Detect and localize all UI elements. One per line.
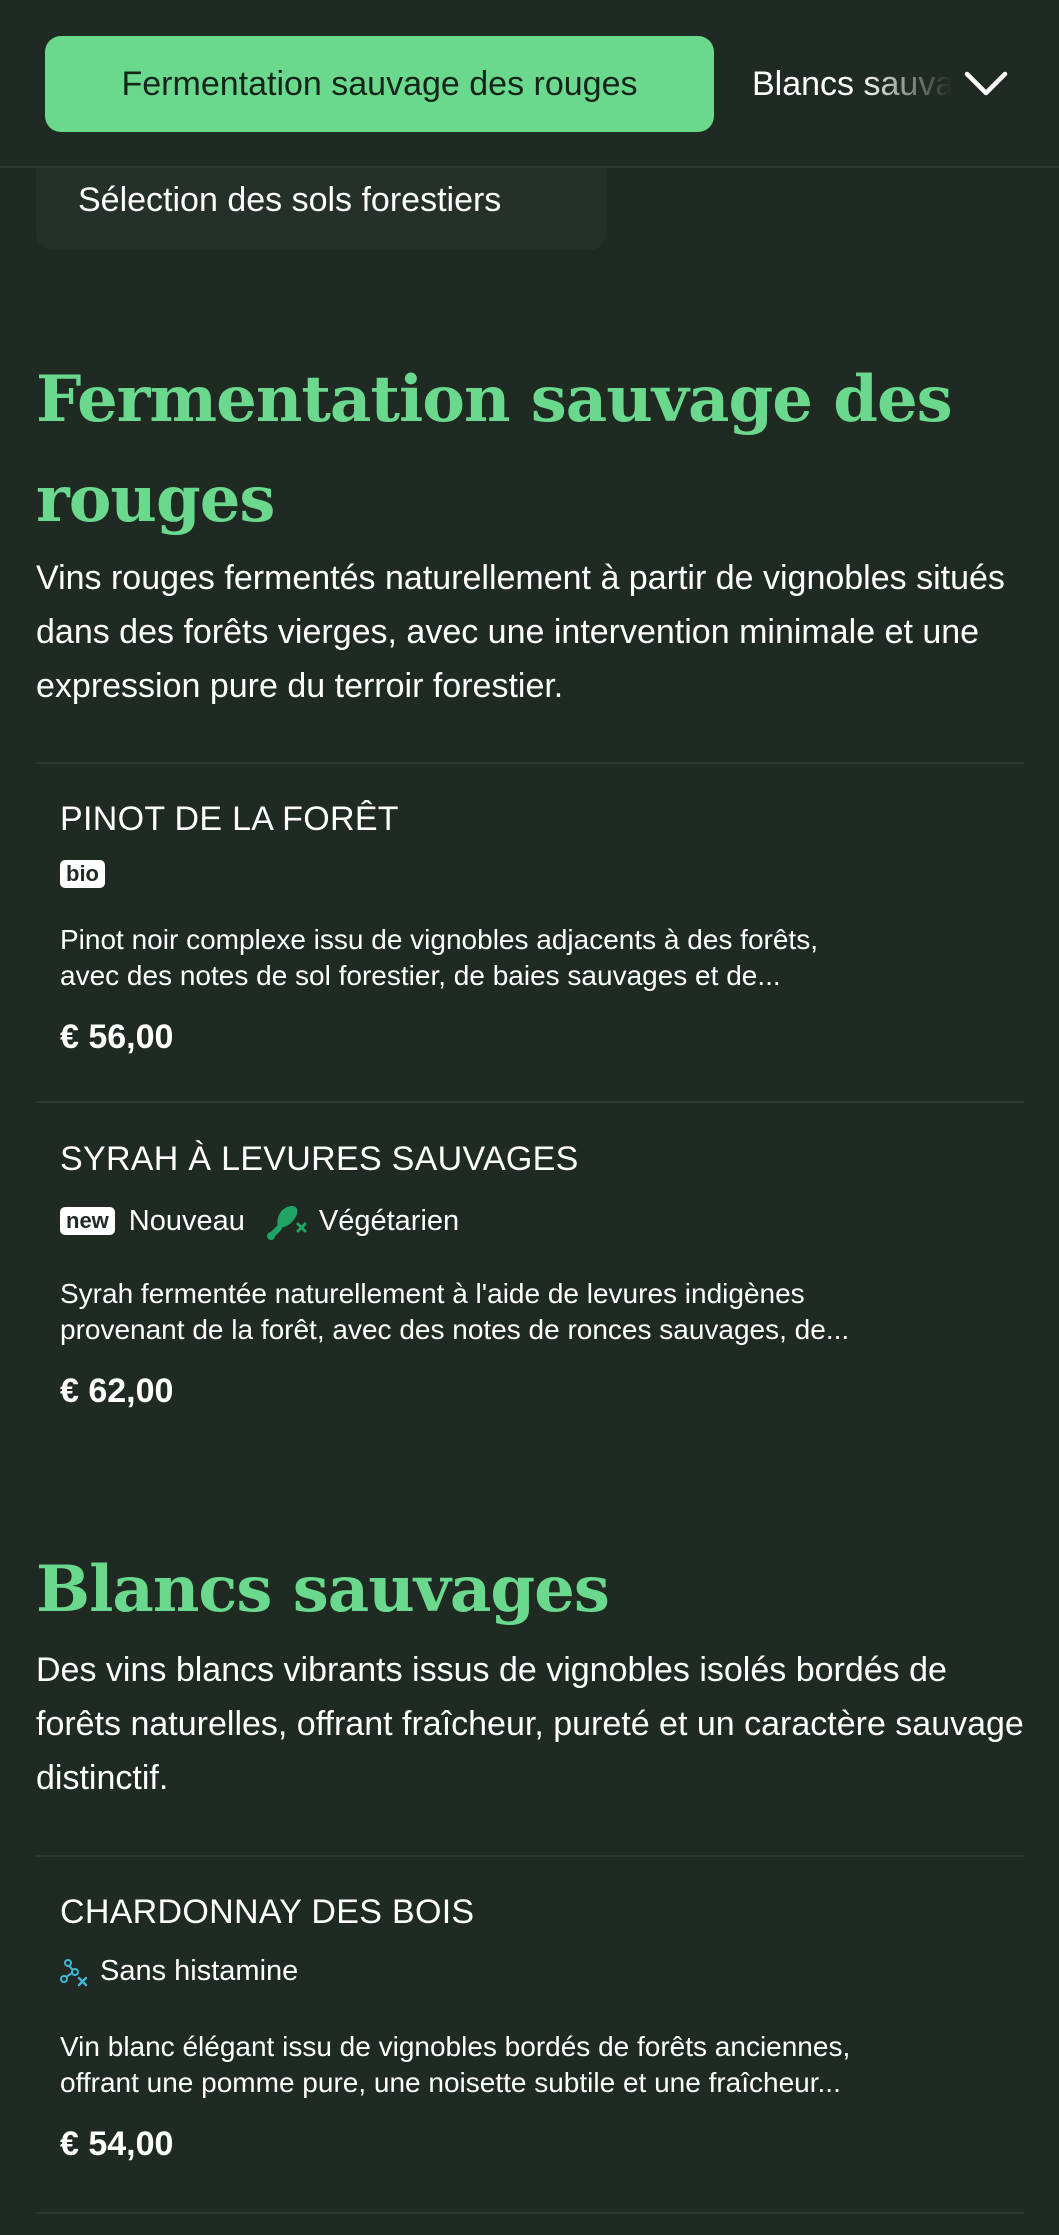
item-description: Pinot noir complexe issu de vignobles ad…	[60, 922, 980, 994]
drumstick-crossed-icon	[265, 1202, 307, 1240]
item-tags: Sans histamine	[60, 1955, 318, 1988]
divider	[36, 2212, 1024, 2214]
category-pill-next-label: Blancs sauvages	[752, 64, 952, 103]
new-badge: new	[60, 1207, 115, 1235]
category-dropdown-button[interactable]	[958, 56, 1014, 112]
item-price: € 62,00	[60, 1372, 174, 1410]
divider	[36, 1101, 1024, 1103]
category-pill-previous-label: Sélection des sols forestiers	[78, 181, 502, 219]
item-description-line-1: Pinot noir complexe issu de vignobles ad…	[60, 924, 818, 955]
chevron-down-icon	[964, 71, 1008, 96]
item-name: PINOT DE LA FORÊT	[60, 800, 399, 838]
section-title: Blancs sauvages	[36, 1552, 610, 1627]
section-description: Des vins blancs vibrants issus de vignob…	[36, 1651, 1024, 1797]
menu-item-syrah-a-levures-sauvages[interactable]: SYRAH À LEVURES SAUVAGES new Nouveau Vég…	[60, 1140, 1000, 1460]
section-title: Fermentation sauvage des rouges	[36, 362, 953, 537]
item-description-line-1: Vin blanc élégant issu de vignobles bord…	[60, 2031, 851, 2062]
item-tags: new Nouveau Végétarien	[60, 1202, 479, 1240]
item-price: € 54,00	[60, 2125, 174, 2163]
item-description: Syrah fermentée naturellement à l'aide d…	[60, 1276, 980, 1348]
category-bar: Fermentation sauvage des rouges Blancs s…	[0, 0, 1059, 168]
item-name: CHARDONNAY DES BOIS	[60, 1893, 475, 1931]
divider	[36, 1855, 1024, 1857]
molecule-crossed-icon	[60, 1957, 88, 1987]
item-description-line-1: Syrah fermentée naturellement à l'aide d…	[60, 1278, 805, 1309]
section-description: Vins rouges fermentés naturellement à pa…	[36, 559, 1005, 705]
item-description: Vin blanc élégant issu de vignobles bord…	[60, 2029, 980, 2101]
category-pill-active-label: Fermentation sauvage des rouges	[121, 64, 638, 103]
menu-page: Sélection des sols forestiers Fermentati…	[0, 0, 1059, 2235]
new-tag-label: Nouveau	[128, 1204, 245, 1237]
item-description-line-2: provenant de la forêt, avec des notes de…	[60, 1314, 850, 1345]
category-pill-next[interactable]: Blancs sauvages	[752, 36, 952, 132]
bio-badge: bio	[60, 860, 105, 888]
category-pill-active[interactable]: Fermentation sauvage des rouges	[45, 36, 714, 132]
item-description-line-2: offrant une pomme pure, une noisette sub…	[60, 2067, 841, 2098]
vegetarian-tag-label: Végétarien	[318, 1204, 460, 1237]
menu-item-pinot-de-la-foret[interactable]: PINOT DE LA FORÊT bio Pinot noir complex…	[60, 800, 1000, 1100]
item-tags: bio	[60, 860, 119, 888]
histamine-free-tag-label: Sans histamine	[100, 1955, 299, 1987]
item-name: SYRAH À LEVURES SAUVAGES	[60, 1140, 579, 1178]
menu-item-chardonnay-des-bois[interactable]: CHARDONNAY DES BOIS Sans histamine Vin b…	[60, 1893, 1000, 2193]
item-price: € 56,00	[60, 1018, 174, 1056]
item-description-line-2: avec des notes de sol forestier, de baie…	[60, 960, 781, 991]
divider	[36, 762, 1024, 764]
